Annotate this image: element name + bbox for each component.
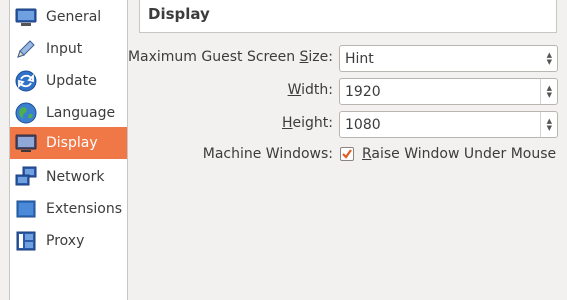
machine-windows-label: Machine Windows: bbox=[202, 146, 333, 162]
display-icon bbox=[14, 131, 38, 155]
page-header: Display bbox=[139, 0, 557, 33]
sidebar-item-label: Update bbox=[46, 73, 97, 89]
sidebar-item-input[interactable]: Input bbox=[10, 33, 127, 65]
max-size-label: Maximum Guest Screen Size: bbox=[127, 49, 333, 65]
monitor-icon bbox=[14, 5, 38, 29]
globe-icon bbox=[14, 101, 38, 125]
spin-arrows-icon[interactable]: ▲ ▼ bbox=[547, 117, 552, 132]
sidebar-item-display[interactable]: Display bbox=[10, 127, 127, 159]
pencil-icon bbox=[14, 37, 38, 61]
height-label: Height: bbox=[282, 115, 333, 131]
sidebar-item-language[interactable]: Language bbox=[10, 97, 127, 129]
max-size-value: Hint bbox=[345, 50, 374, 67]
spin-arrows-icon[interactable]: ▲ ▼ bbox=[547, 84, 552, 99]
updown-arrows-icon: ▲ ▼ bbox=[546, 50, 552, 66]
sidebar-item-extensions[interactable]: Extensions bbox=[10, 193, 127, 225]
raise-window-checkbox[interactable] bbox=[340, 147, 354, 161]
max-size-combo[interactable]: Hint ▲ ▼ bbox=[339, 45, 558, 72]
sidebar-item-update[interactable]: Update bbox=[10, 65, 127, 97]
page-title: Display bbox=[148, 5, 210, 23]
sidebar-item-label: Language bbox=[46, 105, 116, 121]
sidebar-item-label: Extensions bbox=[46, 201, 123, 217]
sidebar-item-label: Proxy bbox=[46, 233, 85, 249]
sidebar: General Input Update Language Display Ne… bbox=[9, 0, 128, 300]
sidebar-item-label: Network bbox=[46, 169, 105, 185]
puzzle-icon bbox=[14, 197, 38, 221]
sidebar-item-proxy[interactable]: Proxy bbox=[10, 225, 127, 257]
sidebar-item-label: Display bbox=[46, 135, 98, 151]
width-spinbox[interactable]: 1920 ▲ ▼ bbox=[339, 78, 558, 105]
proxy-icon bbox=[14, 229, 38, 253]
sidebar-item-general[interactable]: General bbox=[10, 1, 127, 33]
sidebar-item-label: General bbox=[46, 9, 102, 25]
sidebar-item-network[interactable]: Network bbox=[10, 161, 127, 193]
width-value: 1920 bbox=[345, 83, 381, 100]
height-value: 1080 bbox=[345, 116, 381, 133]
raise-window-checkbox-row[interactable]: Raise Window Under Mouse bbox=[340, 146, 556, 162]
raise-window-label[interactable]: Raise Window Under Mouse bbox=[362, 146, 556, 162]
sidebar-item-label: Input bbox=[46, 41, 83, 57]
refresh-icon bbox=[14, 69, 38, 93]
network-icon bbox=[14, 165, 38, 189]
width-label: Width: bbox=[287, 82, 333, 98]
height-spinbox[interactable]: 1080 ▲ ▼ bbox=[339, 111, 558, 138]
